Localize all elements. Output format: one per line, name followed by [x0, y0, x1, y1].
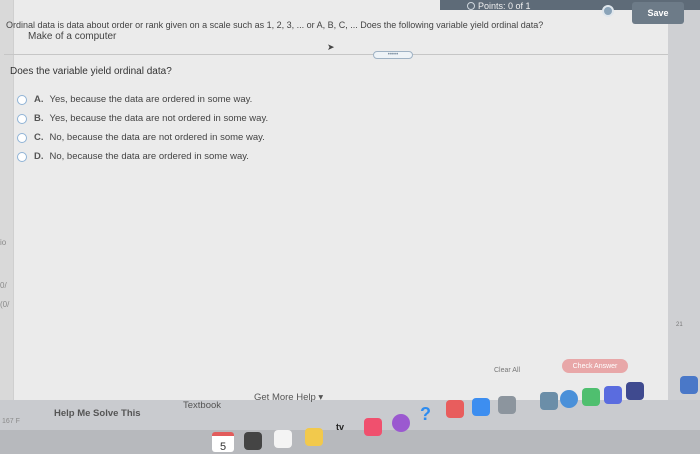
points-label: Points: 0 of 1 [478, 1, 531, 11]
numbers-icon[interactable] [582, 388, 600, 406]
radio-d[interactable] [17, 151, 27, 162]
question-prompt: Does the variable yield ordinal data? [10, 66, 172, 77]
help-icon[interactable]: ? [420, 404, 438, 424]
radio-c[interactable] [17, 132, 27, 143]
option-letter: A. [34, 94, 44, 105]
app-icon[interactable] [244, 432, 262, 450]
left-score-2: 0/ [0, 281, 7, 290]
variable-item: Make of a computer [28, 31, 117, 42]
left-score-3: (0/ [0, 300, 10, 309]
right-number: 21 [676, 322, 683, 328]
notes-icon[interactable] [305, 428, 323, 446]
app-icon-dark[interactable] [626, 382, 644, 400]
option-text: Yes, because the data are ordered in som… [49, 94, 253, 105]
question-page [0, 0, 668, 400]
mouse-cursor-icon: ➤ [327, 42, 335, 52]
option-a[interactable]: A. Yes, because the data are ordered in … [17, 90, 268, 109]
textbook-link[interactable]: Textbook [183, 400, 221, 411]
option-letter: C. [34, 132, 44, 143]
points-ring-icon [467, 2, 475, 10]
gear-icon[interactable] [602, 5, 614, 17]
help-me-solve-link[interactable]: Help Me Solve This [54, 408, 141, 419]
option-text: Yes, because the data are not ordered in… [49, 113, 269, 124]
option-text: No, because the data are not ordered in … [49, 132, 265, 143]
calendar-icon[interactable]: 5 [212, 432, 234, 453]
divider [4, 54, 668, 55]
left-bottom-score: 167 F [2, 418, 20, 425]
option-text: No, because the data are ordered in some… [49, 151, 249, 162]
app-store-icon[interactable] [472, 398, 490, 416]
check-answer-button[interactable]: Check Answer [562, 359, 628, 373]
settings-icon[interactable] [498, 396, 516, 414]
radio-a[interactable] [17, 94, 27, 105]
reminders-icon[interactable] [274, 430, 292, 448]
option-d[interactable]: D. No, because the data are ordered in s… [17, 147, 268, 166]
app-icon-purple[interactable] [604, 386, 622, 404]
clear-all-button[interactable]: Clear All [494, 367, 520, 374]
right-strip: 21 [668, 0, 700, 400]
option-c[interactable]: C. No, because the data are not ordered … [17, 128, 268, 147]
left-score-strip: io 0/ (0/ [0, 0, 14, 400]
music-icon[interactable] [364, 418, 382, 436]
option-b[interactable]: B. Yes, because the data are not ordered… [17, 109, 268, 128]
preview-icon[interactable] [540, 392, 558, 410]
get-more-help-link[interactable]: Get More Help ▾ [254, 392, 323, 403]
points-indicator: Points: 0 of 1 [467, 1, 531, 11]
option-letter: B. [34, 113, 44, 124]
apple-tv-icon[interactable]: tv [336, 422, 344, 432]
expand-handle[interactable]: ••••• [373, 51, 413, 59]
radio-b[interactable] [17, 113, 27, 124]
macos-dock [0, 430, 700, 454]
app-icon-blue[interactable] [680, 376, 698, 394]
question-header: Ordinal data is data about order or rank… [6, 20, 544, 30]
chrome-icon[interactable] [560, 390, 578, 408]
news-icon[interactable] [446, 400, 464, 418]
left-score-1: io [0, 238, 7, 247]
podcasts-icon[interactable] [392, 414, 410, 432]
answer-options: A. Yes, because the data are ordered in … [17, 90, 268, 166]
save-button[interactable]: Save [632, 2, 684, 24]
option-letter: D. [34, 151, 44, 162]
